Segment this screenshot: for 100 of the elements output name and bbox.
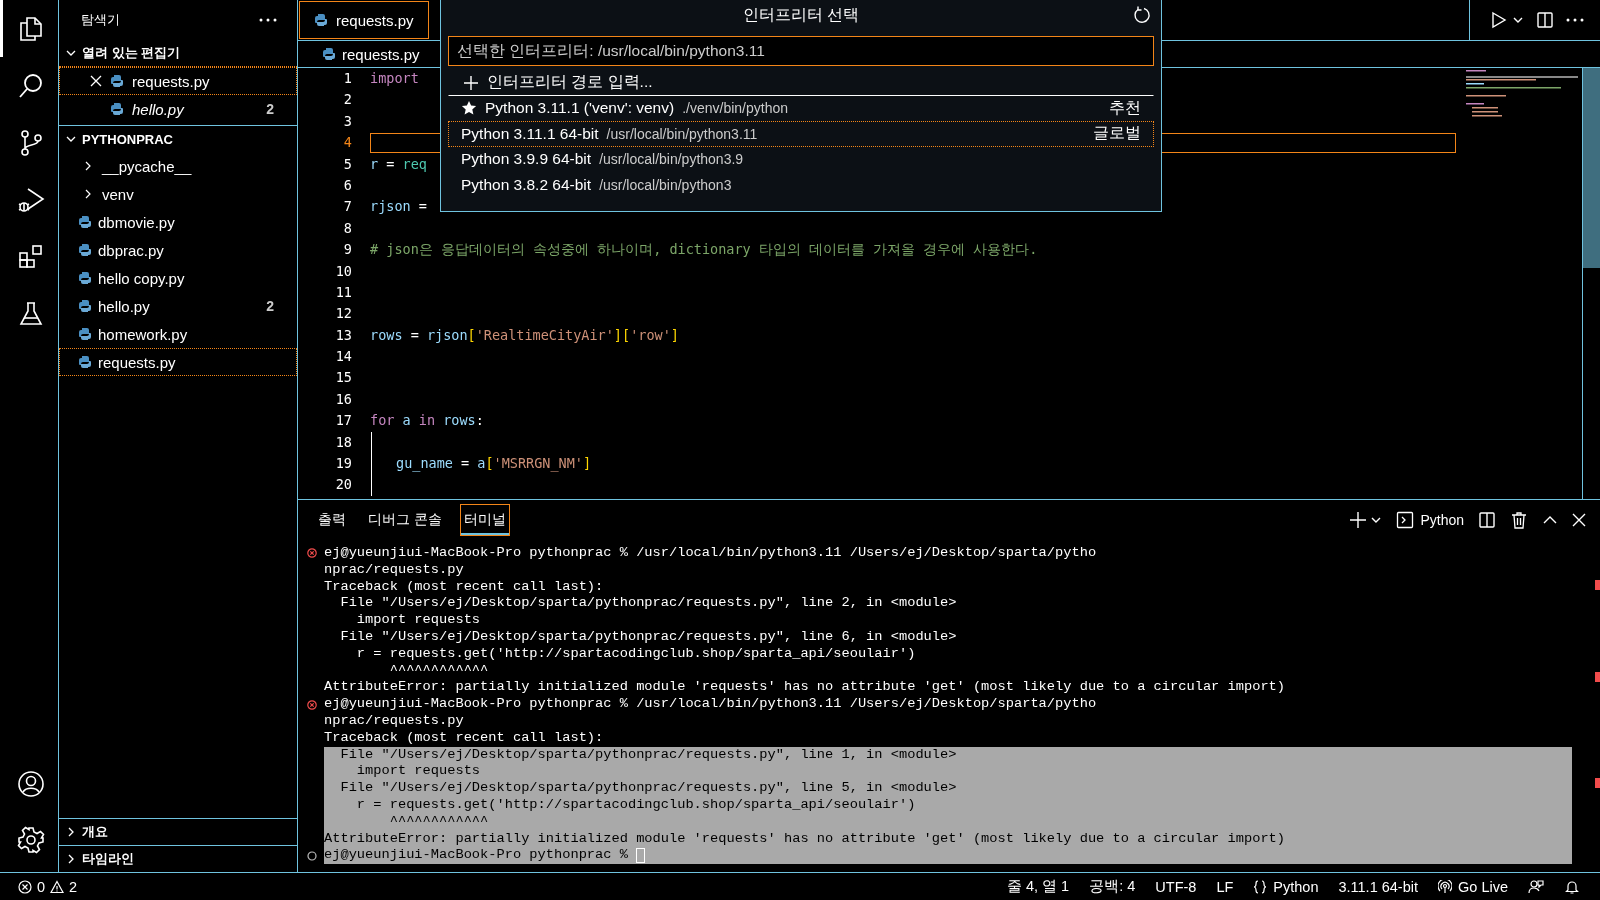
terminal-line: File "/Users/ej/Desktop/sparta/pythonprac/requests.py", line 6, in <module> — [339, 629, 958, 646]
python-file-icon — [78, 355, 92, 369]
file-item[interactable]: dbprac.py — [59, 236, 297, 264]
terminal-line: nprac/requests.py — [324, 561, 465, 579]
scrollbar-marker — [1595, 580, 1600, 590]
line-number: 17 — [334, 411, 352, 431]
panel-tab[interactable]: 출력 — [314, 504, 350, 536]
line-number: 11 — [334, 282, 352, 302]
file-item[interactable]: __pycache__ — [59, 152, 297, 180]
status-item[interactable]: LF — [1216, 878, 1234, 895]
terminal-line: ^^^^^^^^^^^^ — [388, 662, 490, 680]
line-number: 19 — [334, 454, 352, 474]
line-number: 16 — [334, 389, 352, 409]
interpreter-option[interactable]: Python 3.8.2 64-bit /usr/local/bin/python3 — [448, 172, 1154, 198]
broadcast-icon — [1438, 879, 1452, 894]
line-number: 5 — [342, 154, 352, 174]
interpreter-option[interactable]: Python 3.9.9 64-bit /usr/local/bin/python3.9 — [448, 146, 1154, 172]
line-number: 6 — [342, 175, 352, 195]
terminal-line: nprac/requests.py — [324, 712, 465, 730]
trash-icon[interactable] — [1510, 511, 1528, 529]
python-file-icon — [322, 47, 336, 61]
terminal-selector[interactable]: Python — [1396, 511, 1464, 529]
status-item[interactable]: 공백: 4 — [1089, 877, 1136, 896]
file-item[interactable]: hello.py 2 — [59, 95, 297, 123]
section-header[interactable]: 열려 있는 편집기 — [59, 40, 297, 67]
refresh-icon[interactable] — [1133, 6, 1151, 24]
terminal-icon — [1396, 511, 1415, 529]
split-terminal-icon[interactable] — [1478, 511, 1496, 529]
line-number: 13 — [334, 325, 352, 345]
split-editor-icon[interactable] — [1536, 11, 1554, 29]
language-status[interactable]: Python — [1253, 878, 1319, 895]
problem-count: 2 — [266, 298, 274, 314]
run-icon[interactable] — [1490, 11, 1524, 29]
code-line: import — [370, 69, 419, 88]
interpreter-tag: 글로벌 — [1093, 123, 1141, 145]
interpreter-option[interactable]: Python 3.11.1 64-bit /usr/local/bin/python3.11 글로벌 — [448, 121, 1154, 147]
breadcrumb-item[interactable]: requests.py — [322, 45, 420, 63]
scrollbar-thumb[interactable] — [1583, 68, 1600, 268]
terminal-line: ej@yueunjiui-MacBook-Pro pythonprac % /usr/local/bin/python3.11 /Users/ej/Desktop/sparta/pytho — [324, 545, 1098, 562]
interpreter-path: /usr/local/bin/python3.9 — [599, 151, 744, 168]
line-number: 4 — [342, 133, 352, 153]
terminal-line: import requests — [355, 612, 482, 629]
status-item[interactable]: 줄 4, 열 1 — [1006, 877, 1070, 896]
panel-tab[interactable]: 터미널 — [459, 504, 510, 536]
line-number: 14 — [334, 347, 352, 367]
editor-tab[interactable]: requests.py — [299, 1, 429, 39]
scrollbar-marker — [1595, 778, 1600, 788]
code-line: # json은 응답데이터의 속성중에 하나이며, dictionary 타입의 데이터를 가져올 경우에 사용한다. — [370, 240, 1038, 260]
python-file-icon — [78, 327, 92, 341]
notification-icon[interactable] — [1564, 878, 1580, 895]
code-line: rjson = — [370, 197, 427, 217]
problems-status[interactable]: 0 2 — [18, 878, 78, 895]
interpreter-option[interactable]: 인터프리터 경로 입력... — [448, 70, 1154, 96]
line-number: 1 — [342, 69, 352, 88]
terminal-line: r = requests.get('http://spartacodingclub.shop/sparta_api/seoulair') — [355, 645, 917, 663]
go-live-button[interactable]: Go Live — [1438, 878, 1508, 895]
sidebar-title: 탐색기 — [81, 11, 120, 29]
interpreter-option[interactable]: Python 3.11.1 ('venv': venv) ./venv/bin/python 추천 — [448, 95, 1154, 121]
python-file-icon — [78, 215, 92, 229]
file-item[interactable]: requests.py — [59, 348, 297, 376]
file-item[interactable]: dbmovie.py — [59, 208, 297, 236]
status-item[interactable]: UTF-8 — [1155, 878, 1197, 895]
panel-tab[interactable]: 디버그 콘솔 — [364, 504, 446, 536]
close-icon[interactable] — [1572, 513, 1586, 527]
problem-count: 2 — [266, 101, 274, 117]
file-item[interactable]: venv — [59, 180, 297, 208]
line-number: 10 — [334, 261, 352, 281]
terminal-line: Traceback (most recent call last): — [324, 729, 605, 747]
python-file-icon — [110, 74, 124, 88]
section-header[interactable]: PYTHONPRAC — [59, 126, 297, 152]
interpreter-path: /usr/local/bin/python3.11 — [606, 125, 758, 142]
python-file-icon — [78, 271, 92, 285]
section-header[interactable]: 개요 — [59, 818, 297, 845]
more-icon[interactable] — [259, 17, 277, 23]
python-file-icon — [110, 102, 124, 116]
terminal-line: AttributeError: partially initialized module 'requests' has no attribute 'get' (most likely due to a circular import) — [324, 679, 1287, 697]
interpreter-input[interactable]: 선택한 인터프리터: /usr/local/bin/python3.11 — [448, 36, 1154, 66]
file-item[interactable]: requests.py — [59, 67, 297, 95]
section-header[interactable]: 타임라인 — [59, 845, 297, 872]
close-icon[interactable] — [90, 75, 102, 87]
warning-icon — [50, 879, 65, 894]
star-icon — [461, 100, 477, 117]
line-number: 12 — [334, 304, 352, 324]
line-number: 15 — [334, 368, 352, 388]
file-item[interactable]: homework.py — [59, 320, 297, 348]
line-number: 2 — [342, 90, 352, 110]
python-file-icon — [314, 13, 328, 27]
more-icon[interactable] — [1566, 17, 1584, 23]
interpreter-path: /usr/local/bin/python3 — [599, 176, 732, 193]
interpreter-tag: 추천 — [1109, 97, 1141, 119]
status-item[interactable]: 3.11.1 64-bit — [1338, 878, 1418, 895]
feedback-icon[interactable] — [1528, 878, 1544, 895]
file-item[interactable]: hello.py 2 — [59, 292, 297, 320]
new-terminal-icon[interactable] — [1350, 511, 1383, 529]
terminal-line: File "/Users/ej/Desktop/sparta/pythonprac/requests.py", line 2, in <module> — [339, 595, 958, 613]
line-number: 7 — [342, 197, 352, 217]
file-item[interactable]: hello copy.py — [59, 264, 297, 292]
code-line: for a in rows: — [370, 411, 484, 431]
interpreter-path: ./venv/bin/python — [682, 100, 788, 117]
scrollbar-marker — [1595, 672, 1600, 682]
